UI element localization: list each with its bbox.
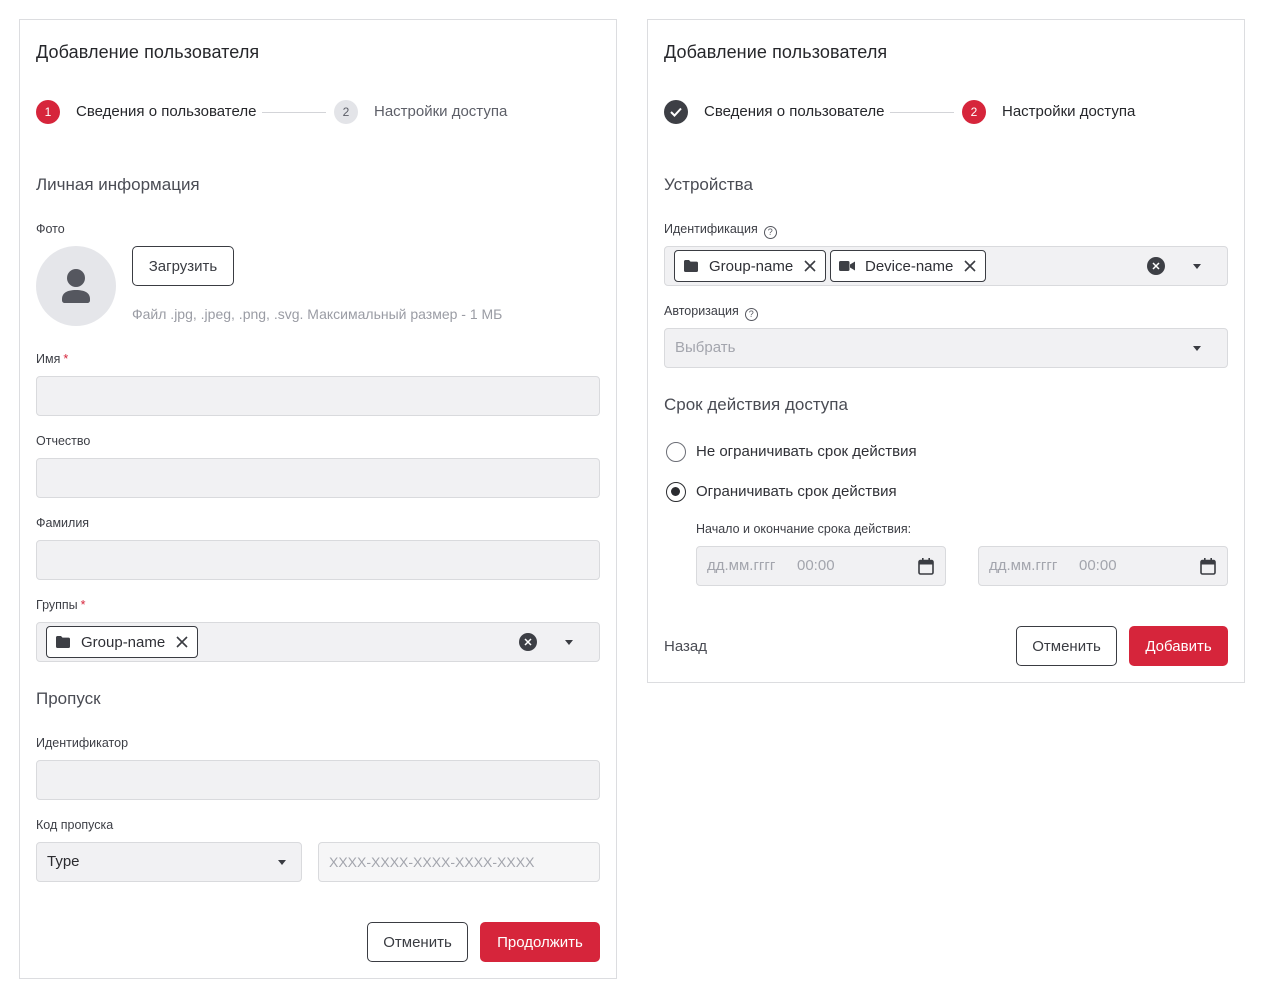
end-date-placeholder: дд.мм.гггг <box>989 557 1058 574</box>
cancel-button[interactable]: Отменить <box>367 922 468 962</box>
stepper-connector <box>890 112 954 113</box>
panel-title: Добавление пользователя <box>664 42 888 62</box>
group-chip: Group-name <box>674 250 827 282</box>
step1-label: Сведения о пользователе <box>76 103 257 120</box>
identification-label: Идентификация? <box>664 222 777 239</box>
start-time-placeholder: 00:00 <box>797 557 835 574</box>
caret-down-icon[interactable] <box>1193 264 1201 269</box>
pass-section-title: Пропуск <box>36 689 101 708</box>
end-time-placeholder: 00:00 <box>1079 557 1117 574</box>
device-chip: Device-name <box>830 250 987 282</box>
authorization-select[interactable]: Выбрать <box>664 328 1228 368</box>
required-mark: * <box>63 352 69 366</box>
pass-type-value: Type <box>47 853 80 870</box>
identification-label-text: Идентификация <box>664 222 758 236</box>
pass-type-select[interactable]: Type <box>36 842 302 882</box>
step1-label: Сведения о пользователе <box>704 103 885 120</box>
groups-label: Группы * <box>36 598 86 612</box>
first-name-label-text: Имя <box>36 352 61 366</box>
step1-indicator: 1 <box>36 100 60 124</box>
device-chip-label: Device-name <box>865 257 954 275</box>
caret-down-icon[interactable] <box>565 640 573 645</box>
cancel-button[interactable]: Отменить <box>1016 626 1117 666</box>
help-icon[interactable]: ? <box>744 307 758 321</box>
step2-label: Настройки доступа <box>374 103 508 120</box>
step2-indicator: 2 <box>334 100 358 124</box>
last-name-label: Фамилия <box>36 516 90 530</box>
caret-down-icon <box>1193 346 1201 351</box>
validity-section-title: Срок действия доступа <box>664 395 848 414</box>
authorization-placeholder: Выбрать <box>675 339 736 356</box>
pass-code-label: Код пропуска <box>36 818 114 832</box>
authorization-label-text: Авторизация <box>664 304 739 318</box>
groups-select[interactable]: Group-name <box>36 622 600 662</box>
group-chip-label: Group-name <box>709 257 794 275</box>
authorization-label: Авторизация? <box>664 304 758 321</box>
close-icon[interactable] <box>963 259 977 273</box>
avatar <box>36 246 116 326</box>
folder-icon <box>683 258 699 274</box>
step2-label: Настройки доступа <box>1002 103 1136 120</box>
calendar-icon[interactable] <box>918 558 934 575</box>
patronymic-label: Отчество <box>36 434 91 448</box>
pass-code-input[interactable]: XXXX-XXXX-XXXX-XXXX-XXXX <box>318 842 600 882</box>
pass-code-placeholder: XXXX-XXXX-XXXX-XXXX-XXXX <box>329 854 535 870</box>
close-icon[interactable] <box>803 259 817 273</box>
add-button[interactable]: Добавить <box>1129 626 1228 666</box>
radio-unlimited-label[interactable]: Не ограничивать срок действия <box>696 442 917 462</box>
stepper-connector <box>262 112 326 113</box>
caret-down-icon <box>278 860 286 865</box>
photo-label: Фото <box>36 222 65 236</box>
add-user-step2-panel: Добавление пользователя Сведения о польз… <box>647 19 1245 683</box>
first-name-input[interactable] <box>36 376 600 416</box>
step1-done-indicator <box>664 100 688 124</box>
add-user-step1-panel: Добавление пользователя 1 Сведения о пол… <box>19 19 617 979</box>
calendar-icon[interactable] <box>1200 558 1216 575</box>
radio-limited[interactable] <box>666 482 686 502</box>
clear-circle-icon[interactable] <box>1147 257 1165 275</box>
step2-indicator: 2 <box>962 100 986 124</box>
group-chip-label: Group-name <box>81 633 166 651</box>
group-chip: Group-name <box>46 626 199 658</box>
identifier-label: Идентификатор <box>36 736 129 750</box>
patronymic-input[interactable] <box>36 458 600 498</box>
period-label: Начало и окончание срока действия: <box>696 522 912 536</box>
camera-icon <box>839 258 855 274</box>
upload-hint: Файл .jpg, .jpeg, .png, .svg. Максимальн… <box>132 306 503 322</box>
user-avatar-icon <box>62 269 90 303</box>
first-name-label: Имя * <box>36 352 68 366</box>
end-date-input[interactable]: дд.мм.гггг 00:00 <box>978 546 1228 586</box>
identifier-input[interactable] <box>36 760 600 800</box>
help-icon[interactable]: ? <box>763 225 777 239</box>
upload-button[interactable]: Загрузить <box>132 246 234 286</box>
continue-button[interactable]: Продолжить <box>480 922 600 962</box>
devices-section-title: Устройства <box>664 175 753 194</box>
start-date-input[interactable]: дд.мм.гггг 00:00 <box>696 546 946 586</box>
last-name-input[interactable] <box>36 540 600 580</box>
personal-info-title: Личная информация <box>36 175 200 194</box>
identification-select[interactable]: Group-name Device-name <box>664 246 1228 286</box>
start-date-placeholder: дд.мм.гггг <box>707 557 776 574</box>
radio-limited-label[interactable]: Ограничивать срок действия <box>696 482 897 502</box>
radio-unlimited[interactable] <box>666 442 686 462</box>
required-mark: * <box>80 598 86 612</box>
close-icon[interactable] <box>175 635 189 649</box>
check-icon <box>670 107 682 117</box>
groups-label-text: Группы <box>36 598 78 612</box>
folder-icon <box>55 634 71 650</box>
back-button[interactable]: Назад <box>664 626 734 666</box>
clear-circle-icon[interactable] <box>519 633 537 651</box>
panel-title: Добавление пользователя <box>36 42 260 62</box>
